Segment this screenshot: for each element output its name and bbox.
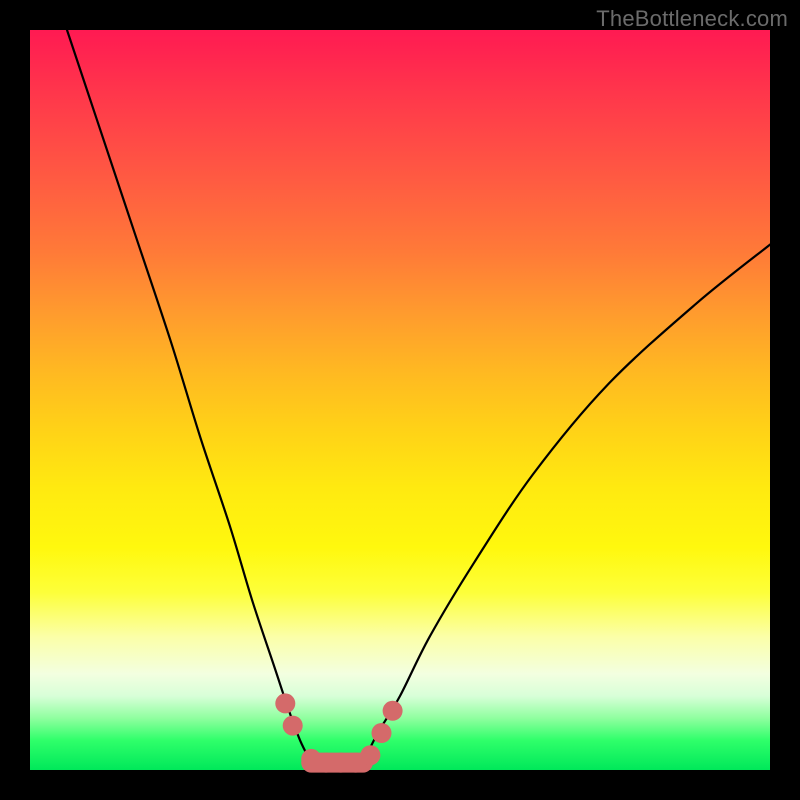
highlight-dot	[360, 745, 380, 765]
curve-right-branch	[363, 245, 770, 763]
curve-left-branch	[67, 30, 311, 763]
highlight-dot	[383, 701, 403, 721]
highlight-dot	[283, 716, 303, 736]
outer-frame: TheBottleneck.com	[0, 0, 800, 800]
chart-overlay	[30, 30, 770, 770]
highlight-dot	[275, 693, 295, 713]
highlight-dot	[372, 723, 392, 743]
watermark-text: TheBottleneck.com	[596, 6, 788, 32]
highlight-dot-group	[275, 693, 402, 772]
